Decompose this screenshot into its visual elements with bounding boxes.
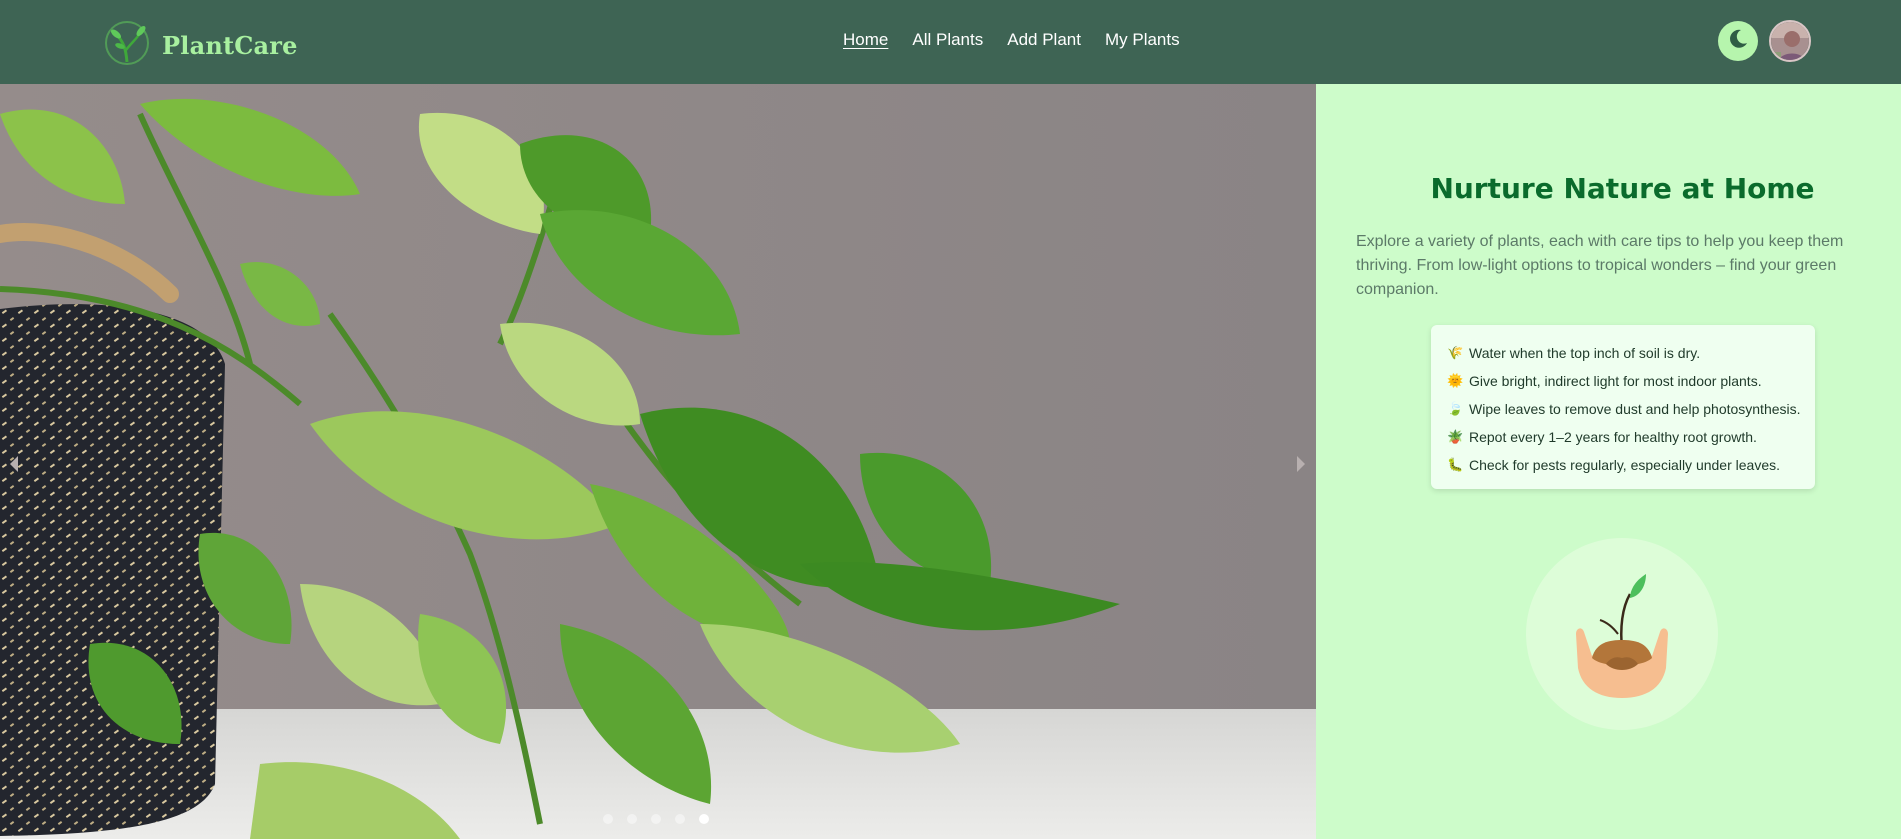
user-avatar[interactable] <box>1769 20 1811 62</box>
list-item: 🍃 Wipe leaves to remove dust and help ph… <box>1447 395 1815 423</box>
nav-all-plants[interactable]: All Plants <box>912 30 983 50</box>
carousel-dot[interactable] <box>603 814 613 824</box>
info-panel: Nurture Nature at Home Explore a variety… <box>1316 84 1901 839</box>
tip-text: Give bright, indirect light for most ind… <box>1469 373 1762 389</box>
plant-logo-icon <box>104 20 150 70</box>
hero-carousel <box>0 84 1316 839</box>
tip-text: Water when the top inch of soil is dry. <box>1469 345 1701 361</box>
tip-text: Check for pests regularly, especially un… <box>1469 457 1781 473</box>
chevron-left-icon[interactable] <box>6 452 22 476</box>
carousel-dot[interactable] <box>627 814 637 824</box>
carousel-pagination <box>603 814 709 824</box>
tip-text: Wipe leaves to remove dust and help phot… <box>1469 401 1801 417</box>
moon-icon <box>1727 28 1749 54</box>
list-item: 🌞 Give bright, indirect light for most i… <box>1447 367 1815 395</box>
list-item: 🌾 Water when the top inch of soil is dry… <box>1447 339 1815 367</box>
grass-icon: 🌾 <box>1447 345 1464 360</box>
potted-plant-icon: 🪴 <box>1447 429 1464 444</box>
list-item: 🪴 Repot every 1–2 years for healthy root… <box>1447 423 1815 451</box>
chevron-right-icon[interactable] <box>1293 452 1309 476</box>
main-nav: Home All Plants Add Plant My Plants <box>843 30 1180 50</box>
nav-my-plants[interactable]: My Plants <box>1105 30 1180 50</box>
leaf-icon: 🍃 <box>1447 401 1464 416</box>
carousel-dot-active[interactable] <box>699 814 709 824</box>
theme-toggle-button[interactable] <box>1718 21 1758 61</box>
nav-add-plant[interactable]: Add Plant <box>1007 30 1081 50</box>
carousel-dot[interactable] <box>675 814 685 824</box>
brand-name: PlantCare <box>162 30 298 60</box>
hero-plant-image <box>0 84 1316 839</box>
page-title: Nurture Nature at Home <box>1430 172 1815 205</box>
sun-icon: 🌞 <box>1447 373 1464 388</box>
seedling-hands-illustration <box>1526 538 1718 730</box>
bug-icon: 🐛 <box>1447 457 1464 472</box>
list-item: 🐛 Check for pests regularly, especially … <box>1447 451 1815 479</box>
care-tips-card: 🌾 Water when the top inch of soil is dry… <box>1431 325 1815 489</box>
navbar: PlantCare Home All Plants Add Plant My P… <box>0 0 1901 84</box>
tip-text: Repot every 1–2 years for healthy root g… <box>1469 429 1757 445</box>
carousel-dot[interactable] <box>651 814 661 824</box>
brand[interactable]: PlantCare <box>104 20 298 70</box>
intro-description: Explore a variety of plants, each with c… <box>1356 233 1844 298</box>
nav-home[interactable]: Home <box>843 30 888 50</box>
